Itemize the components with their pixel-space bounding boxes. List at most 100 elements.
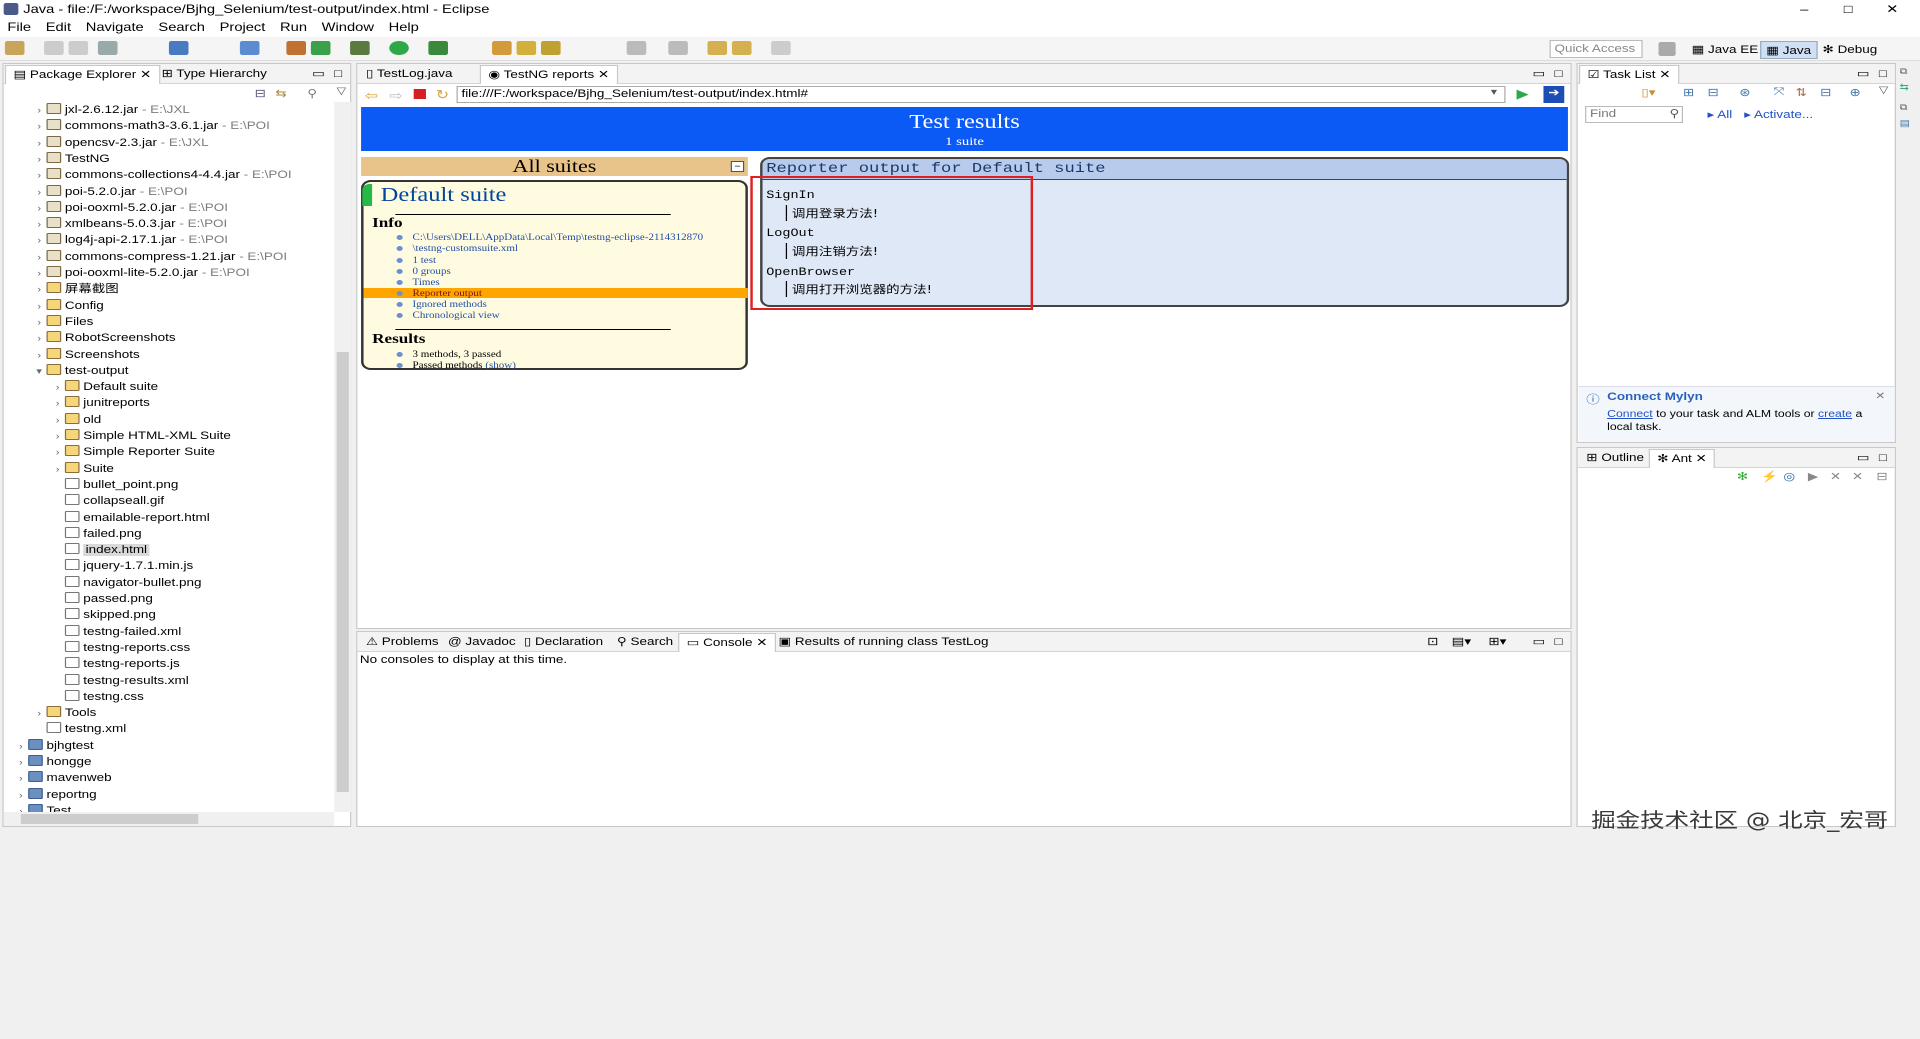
collapsed-arrow-icon[interactable]: ›	[13, 803, 28, 812]
tree-item[interactable]: › poi-ooxml-lite-5.2.0.jar - E:\POI	[32, 265, 250, 281]
collapsed-arrow-icon[interactable]: ›	[32, 314, 47, 330]
tree-item[interactable]: › Default suite	[50, 379, 158, 395]
maximize-console-icon[interactable]: □	[1547, 633, 1570, 652]
tree-item[interactable]: › Screenshots	[32, 347, 140, 363]
tree-item[interactable]: › poi-5.2.0.jar - E:\POI	[32, 184, 188, 200]
tree-item[interactable]: › Tools	[32, 705, 96, 721]
collapsed-arrow-icon[interactable]: ›	[13, 770, 28, 786]
tree-item[interactable]: › Simple Reporter Suite	[50, 444, 215, 460]
collapsed-arrow-icon[interactable]: ›	[32, 151, 47, 167]
hide-internal-targets-icon[interactable]: ◎	[1783, 470, 1795, 483]
collapsed-arrow-icon[interactable]: ›	[32, 232, 47, 248]
tree-item[interactable]: › opencsv-2.3.jar - E:\JXL	[32, 135, 209, 151]
close-icon[interactable]: ✕	[1875, 391, 1885, 402]
tree-item[interactable]: navigator-bullet.png	[50, 575, 202, 591]
focus-icon[interactable]: ⊛	[1739, 86, 1750, 99]
menu-navigate[interactable]: Navigate	[78, 19, 151, 36]
collapse-ant-icon[interactable]: ⊟	[1876, 470, 1887, 483]
back-nav-icon[interactable]: ⇦	[365, 88, 378, 104]
tree-item[interactable]: testng.xml	[32, 721, 126, 737]
tab-package-explorer[interactable]: ▤ Package Explorer ✕	[4, 65, 160, 84]
tree-vertical-scrollbar[interactable]	[334, 102, 352, 812]
save-all-icon[interactable]	[68, 41, 89, 55]
tree-item[interactable]: › commons-math3-3.6.1.jar - E:\POI	[32, 118, 270, 134]
collapsed-arrow-icon[interactable]: ›	[32, 705, 47, 721]
tree-item[interactable]: jquery-1.7.1.min.js	[50, 558, 193, 574]
tab-testng-reports[interactable]: ◉ TestNG reports ✕	[479, 65, 618, 84]
quick-access-input[interactable]: Quick Access	[1549, 40, 1643, 58]
perspective-debug[interactable]: ✻ Debug	[1818, 41, 1883, 59]
categorized-icon[interactable]: ⊞	[1683, 86, 1694, 99]
collapsed-arrow-icon[interactable]: ›	[32, 265, 47, 281]
skip-breakpoints-icon[interactable]	[239, 41, 260, 55]
collapsed-arrow-icon[interactable]: ›	[32, 135, 47, 151]
external-tools-icon[interactable]	[428, 41, 448, 55]
tree-item[interactable]: ▾ test-output	[32, 363, 129, 379]
tree-item[interactable]: › bjhgtest	[13, 738, 94, 754]
forward-icon[interactable]	[771, 41, 791, 55]
connect-link[interactable]: Connect	[1607, 409, 1653, 420]
tab-outline[interactable]: ⊞ Outline	[1579, 449, 1651, 468]
suite-name[interactable]: Default suite	[381, 184, 507, 207]
collapse-suites-icon[interactable]: −	[730, 161, 745, 172]
all-filter-link[interactable]: ▸ All	[1707, 108, 1732, 121]
open-task-icon[interactable]	[516, 41, 537, 55]
menu-run[interactable]: Run	[273, 19, 315, 36]
collapsed-arrow-icon[interactable]: ›	[13, 754, 28, 770]
tab-problems[interactable]: ⚠ Problems	[359, 633, 446, 652]
view-menu-icon[interactable]: ▽	[337, 86, 346, 97]
create-link[interactable]: create	[1818, 409, 1852, 420]
new-task-icon[interactable]: ▯▾	[1641, 86, 1655, 99]
go-icon[interactable]: ▶	[1517, 86, 1529, 102]
tree-item[interactable]: › Suite	[50, 461, 114, 477]
tree-item[interactable]: passed.png	[50, 591, 153, 607]
add-buildfiles-search-icon[interactable]: ⚡	[1761, 470, 1778, 483]
info-tests-link[interactable]: 1 test	[396, 255, 436, 265]
tab-testlog-java[interactable]: ▯ TestLog.java	[359, 65, 460, 84]
tree-item[interactable]: › Config	[32, 298, 104, 314]
tab-type-hierarchy[interactable]: ⊞ Type Hierarchy	[154, 65, 274, 84]
info-chronological-view-link[interactable]: Chronological view	[396, 310, 500, 320]
hscroll-thumb[interactable]	[20, 814, 199, 824]
collapsed-arrow-icon[interactable]: ›	[32, 200, 47, 216]
collapsed-arrow-icon[interactable]: ›	[50, 428, 65, 444]
close-icon[interactable]: ✕	[756, 637, 767, 649]
maximize-button[interactable]: □	[1827, 0, 1869, 19]
open-external-browser-icon[interactable]: ➔	[1543, 86, 1565, 103]
info-times-link[interactable]: Times	[396, 277, 440, 287]
link-with-editor-icon[interactable]: ⇆	[275, 87, 286, 100]
maximize-view-icon[interactable]: □	[327, 65, 350, 84]
tab-task-list[interactable]: ☑ Task List ✕	[1578, 65, 1680, 84]
previous-annotation-icon[interactable]	[668, 41, 688, 55]
pin-console-icon[interactable]: ⊡	[1420, 633, 1446, 652]
collapsed-arrow-icon[interactable]: ›	[32, 298, 47, 314]
collapsed-arrow-icon[interactable]: ›	[32, 216, 47, 232]
next-annotation-icon[interactable]	[626, 41, 647, 55]
tree-item[interactable]: testng-reports.css	[50, 640, 190, 656]
stop-icon[interactable]	[413, 89, 426, 99]
tree-item[interactable]: failed.png	[50, 526, 142, 542]
tree-item[interactable]: › poi-ooxml-5.2.0.jar - E:\POI	[32, 200, 228, 216]
activate-link[interactable]: ▸ Activate...	[1744, 108, 1813, 121]
new-package-icon[interactable]	[310, 41, 331, 55]
collapsed-arrow-icon[interactable]: ›	[32, 347, 47, 363]
perspective-java-ee[interactable]: ▦ Java EE	[1687, 41, 1763, 59]
trim-outline-icon[interactable]: ▤	[1900, 118, 1910, 129]
last-edit-icon[interactable]	[707, 41, 728, 55]
save-icon[interactable]	[44, 41, 64, 55]
close-icon[interactable]: ✕	[140, 69, 151, 81]
tree-item[interactable]: › hongge	[13, 754, 91, 770]
scheduled-icon[interactable]: ⊟	[1707, 86, 1718, 99]
info-groups-link[interactable]: 0 groups	[396, 266, 451, 276]
tree-item[interactable]: › commons-compress-1.21.jar - E:\POI	[32, 249, 287, 265]
hide-completed-icon[interactable]: ⤧	[1774, 86, 1785, 99]
display-console-icon[interactable]: ▤▾	[1444, 633, 1478, 652]
terminal-icon[interactable]	[168, 41, 189, 55]
minimize-button[interactable]: –	[1783, 0, 1825, 19]
tree-item[interactable]: bullet_point.png	[50, 477, 178, 493]
add-buildfile-icon[interactable]: ✻	[1737, 470, 1748, 483]
tab-search[interactable]: ⚲ Search	[610, 633, 681, 652]
synchronize-icon[interactable]: ⇅	[1796, 86, 1807, 99]
collapsed-arrow-icon[interactable]: ›	[50, 395, 65, 411]
collapsed-arrow-icon[interactable]: ›	[13, 738, 28, 754]
